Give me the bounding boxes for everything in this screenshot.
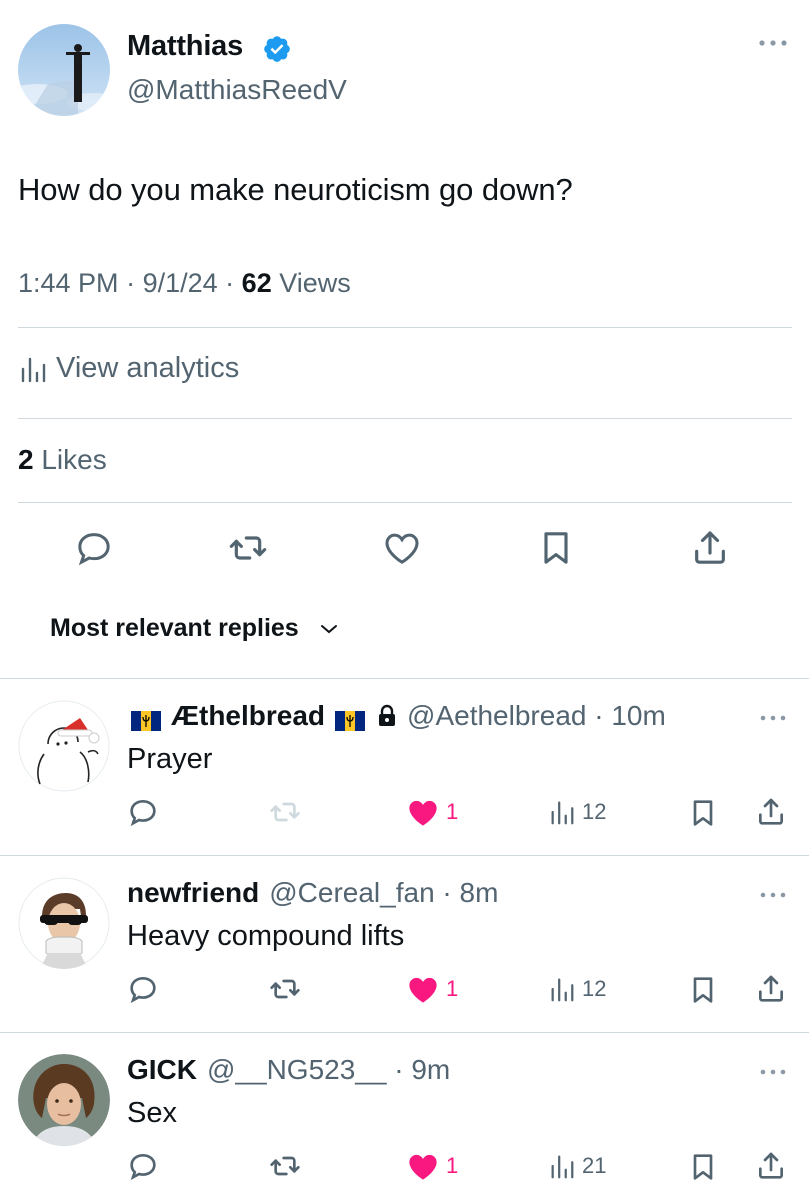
bookmark-icon[interactable] [687, 1151, 719, 1183]
views-count: 12 [582, 976, 607, 1001]
share-icon[interactable] [690, 528, 730, 568]
more-options-icon[interactable] [758, 889, 788, 901]
reply-text: Heavy compound lifts [127, 920, 405, 952]
tweet-time[interactable]: 1:44 PM [18, 268, 119, 298]
sort-replies-dropdown[interactable]: Most relevant replies [50, 614, 339, 643]
like-count: 1 [446, 1153, 459, 1178]
divider [18, 327, 792, 328]
retweet-icon[interactable] [228, 528, 268, 568]
views-button[interactable]: 12 [548, 975, 606, 1003]
reply-text: Prayer [127, 743, 213, 775]
reply-handle[interactable]: @Cereal_fan [269, 877, 434, 909]
views-label: Views [279, 268, 351, 298]
barbados-flag-icon [131, 706, 161, 731]
share-icon[interactable] [755, 1150, 787, 1182]
reply-author-name[interactable]: newfriend [127, 877, 259, 909]
views-button[interactable]: 12 [548, 798, 606, 826]
meta-separator: · [586, 700, 612, 731]
reply-header: Æthelbread @Aethelbread · 10m [127, 700, 666, 732]
analytics-icon [18, 355, 48, 383]
verified-badge-icon [262, 34, 292, 64]
likes-count: 2 [18, 444, 34, 475]
more-options-icon[interactable] [758, 712, 788, 724]
reply-icon[interactable] [127, 973, 159, 1005]
views-count: 12 [582, 799, 607, 824]
analytics-icon [548, 975, 576, 1003]
bookmark-icon[interactable] [536, 528, 576, 568]
analytics-label: View analytics [56, 352, 240, 384]
meta-separator: · [126, 268, 143, 298]
analytics-icon [548, 1152, 576, 1180]
reply-time[interactable]: 8m [460, 877, 499, 909]
reply-icon[interactable] [127, 1150, 159, 1182]
views-count: 62 [241, 268, 272, 298]
tweet-text: How do you make neuroticism go down? [18, 172, 573, 207]
divider [18, 418, 792, 419]
like-button[interactable]: 1 [406, 1151, 458, 1181]
reply-handle[interactable]: @__NG523__ [207, 1054, 386, 1086]
more-options-icon[interactable] [758, 1066, 788, 1078]
share-icon[interactable] [755, 973, 787, 1005]
barbados-flag-icon [335, 706, 366, 731]
divider [0, 678, 809, 679]
reply-icon[interactable] [127, 796, 159, 828]
sort-label: Most relevant replies [50, 614, 299, 642]
heart-filled-icon [406, 1151, 440, 1181]
tweet-date[interactable]: 9/1/24 [143, 268, 218, 298]
divider [18, 502, 792, 503]
retweet-icon[interactable] [268, 973, 302, 1005]
reply-author-name[interactable]: GICK [127, 1054, 197, 1086]
retweet-disabled-icon [268, 796, 302, 828]
like-icon[interactable] [382, 528, 422, 568]
reply-header: newfriend @Cereal_fan · 8m [127, 877, 498, 909]
author-avatar[interactable] [18, 24, 110, 116]
analytics-icon [548, 798, 576, 826]
author-name[interactable]: Matthias [127, 30, 243, 63]
heart-filled-icon [406, 797, 440, 827]
views-button[interactable]: 21 [548, 1152, 606, 1180]
view-analytics-link[interactable]: View analytics [18, 352, 239, 385]
divider [0, 855, 809, 856]
like-button[interactable]: 1 [406, 797, 458, 827]
bookmark-icon[interactable] [687, 974, 719, 1006]
reply-avatar[interactable] [18, 1054, 110, 1146]
like-button[interactable]: 1 [406, 974, 458, 1004]
like-count: 1 [446, 976, 459, 1001]
meta-separator: · [386, 1054, 412, 1085]
reply-icon[interactable] [74, 528, 114, 568]
more-options-icon[interactable] [756, 36, 790, 50]
meta-separator: · [434, 877, 460, 908]
reply-handle[interactable]: @Aethelbread [407, 700, 586, 732]
reply-time[interactable]: 9m [411, 1054, 450, 1086]
divider [0, 1032, 809, 1033]
author-handle[interactable]: @MatthiasReedV [127, 74, 347, 106]
tweet-meta: 1:44 PM · 9/1/24 · 62 Views [18, 268, 351, 299]
meta-separator: · [225, 268, 242, 298]
bookmark-icon[interactable] [687, 797, 719, 829]
reply-time[interactable]: 10m [611, 700, 665, 732]
heart-filled-icon [406, 974, 440, 1004]
likes-summary[interactable]: 2 Likes [18, 444, 107, 476]
retweet-icon[interactable] [268, 1150, 302, 1182]
reply-avatar[interactable] [18, 877, 110, 969]
likes-label: Likes [41, 444, 107, 475]
reply-header: GICK @__NG523__ · 9m [127, 1054, 450, 1086]
reply-avatar[interactable] [18, 700, 110, 792]
lock-icon [377, 704, 397, 728]
reply-author-name[interactable]: Æthelbread [171, 700, 325, 732]
like-count: 1 [446, 799, 459, 824]
share-icon[interactable] [755, 796, 787, 828]
reply-text: Sex [127, 1097, 177, 1129]
views-count: 21 [582, 1153, 607, 1178]
chevron-down-icon [319, 623, 339, 635]
